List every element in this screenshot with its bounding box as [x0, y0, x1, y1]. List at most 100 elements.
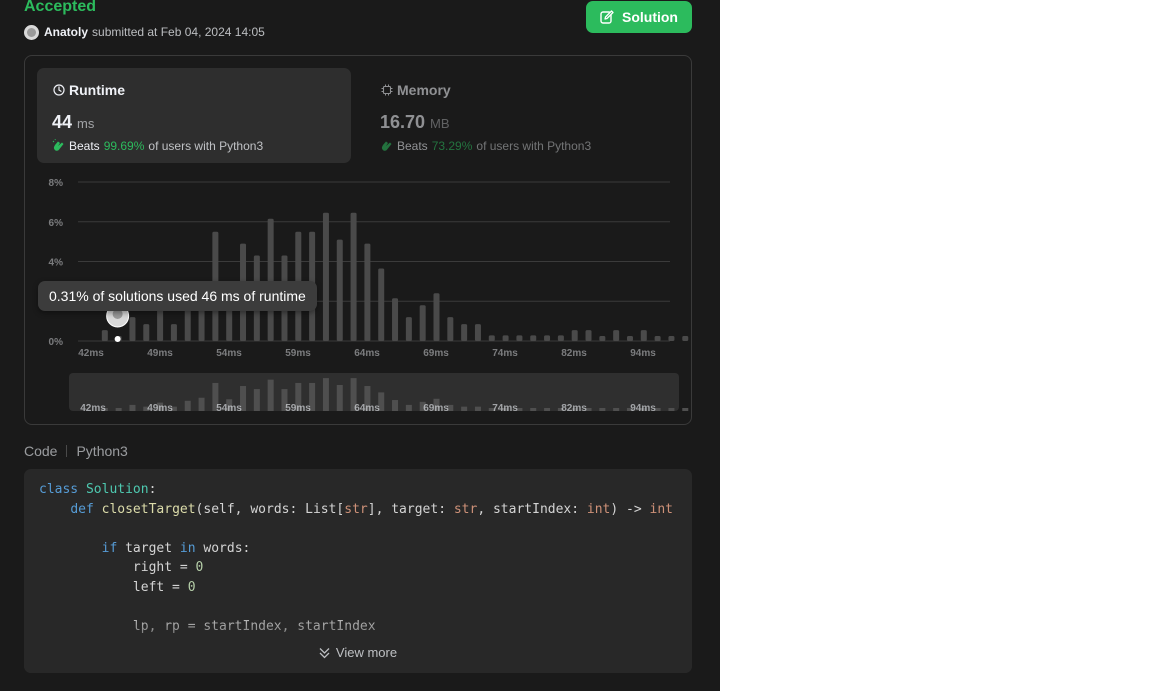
y-tick-label: 6% [49, 218, 64, 229]
submission-status: Accepted [24, 0, 97, 15]
solution-button[interactable]: Solution [586, 1, 692, 33]
x-tick-label: 82ms [561, 348, 587, 359]
submitted-at-text: submitted at Feb 04, 2024 14:05 [92, 25, 265, 39]
stats-card: Runtime 44 ms Beats 99.69% of users with… [24, 55, 692, 425]
chart-bar [488, 335, 495, 341]
chart-bar [474, 324, 481, 341]
code-token: words: [203, 540, 251, 556]
overview-bar [530, 408, 537, 411]
chart-bar [157, 308, 164, 341]
chart-bar [447, 317, 454, 341]
overview-bar [668, 408, 675, 411]
y-tick-label: 4% [49, 258, 64, 269]
x-tick-label: 42ms [78, 348, 104, 359]
overview-bar [184, 400, 191, 411]
overview-bar [544, 408, 551, 411]
code-language: Python3 [76, 443, 128, 459]
chart-bar [433, 293, 440, 341]
overview-tick-label: 64ms [354, 403, 380, 414]
x-tick-label: 49ms [147, 348, 173, 359]
code-token: Solution [85, 482, 149, 497]
chart-bar [682, 336, 689, 341]
chart-bar [544, 335, 551, 341]
chevron-double-down-icon [319, 647, 330, 658]
chart-tooltip: 0.31% of solutions used 46 ms of runtime [38, 281, 317, 311]
chart-bar [419, 305, 426, 341]
overview-tick-label: 94ms [630, 403, 656, 414]
overview-tick-label: 54ms [216, 403, 242, 414]
overview-bar [461, 406, 468, 411]
overview-bar [267, 379, 274, 411]
code-token: 0 [187, 579, 196, 595]
edit-icon [600, 10, 614, 24]
code-token: str [453, 501, 478, 517]
submitter-name[interactable]: Anatoly [44, 25, 88, 39]
view-more-label: View more [335, 645, 398, 660]
chart-bar [516, 335, 523, 341]
code-token: str [344, 501, 368, 517]
code-token: if [101, 540, 126, 556]
chart-bar [364, 243, 371, 341]
current-runtime-marker [114, 336, 121, 342]
code-token: in [179, 540, 204, 556]
overview-bar [613, 408, 620, 411]
overview-tick-label: 49ms [147, 403, 173, 414]
chart-bar [613, 330, 620, 341]
chart-bar [143, 324, 150, 341]
runtime-distribution-chart[interactable]: 0%2%4%6%8%42ms49ms54ms59ms64ms69ms74ms82… [25, 56, 691, 424]
chart-bar [461, 324, 468, 341]
code-token: right = [39, 560, 196, 575]
code-line: if target in words: [39, 539, 673, 559]
code-token: (self, words: List[ [195, 501, 345, 517]
chart-bar [668, 336, 675, 341]
chart-bar [557, 335, 564, 341]
code-token: def [70, 501, 102, 517]
chart-bar [378, 268, 385, 341]
code-token: closetTarget [101, 501, 196, 517]
code-line: class Solution: [39, 480, 673, 500]
chart-bar [571, 330, 578, 341]
x-tick-label: 54ms [216, 348, 242, 359]
code-token: ) -> [610, 501, 650, 517]
overview-bar [253, 389, 260, 411]
overview-tick-label: 69ms [423, 403, 449, 414]
overview-bar [682, 408, 689, 411]
overview-bar [474, 406, 481, 411]
chart-bar [170, 324, 177, 341]
chart-bar [350, 212, 357, 341]
chart-bar [101, 330, 108, 341]
chart-bar [530, 335, 537, 341]
chart-bar [405, 317, 412, 341]
code-token: int [586, 501, 611, 517]
x-tick-label: 64ms [354, 348, 380, 359]
overview-tick-label: 82ms [561, 403, 587, 414]
chart-bar [502, 335, 509, 341]
overview-bar [129, 404, 136, 411]
view-more-button[interactable]: View more [24, 645, 692, 660]
code-token: 0 [195, 560, 204, 575]
overview-bar [198, 397, 205, 411]
chart-bar [654, 336, 661, 341]
overview-bar [322, 378, 329, 411]
chart-bar [392, 298, 399, 341]
chart-bar [322, 212, 329, 341]
overview-tick-label: 74ms [492, 403, 518, 414]
x-tick-label: 94ms [630, 348, 656, 359]
code-header: Code Python3 [24, 443, 128, 459]
x-tick-label: 59ms [285, 348, 311, 359]
overview-bar [405, 404, 412, 411]
x-tick-label: 69ms [423, 348, 449, 359]
avatar[interactable] [24, 24, 39, 40]
code-line: left = 0 [39, 578, 673, 598]
code-token: left = [39, 579, 188, 595]
chart-bar [336, 239, 343, 341]
code-token: class [39, 482, 86, 497]
overview-bar [392, 400, 399, 411]
y-tick-label: 8% [49, 178, 64, 189]
x-tick-label: 74ms [492, 348, 518, 359]
code-label: Code [24, 443, 58, 459]
code-fade-overlay [24, 613, 692, 673]
